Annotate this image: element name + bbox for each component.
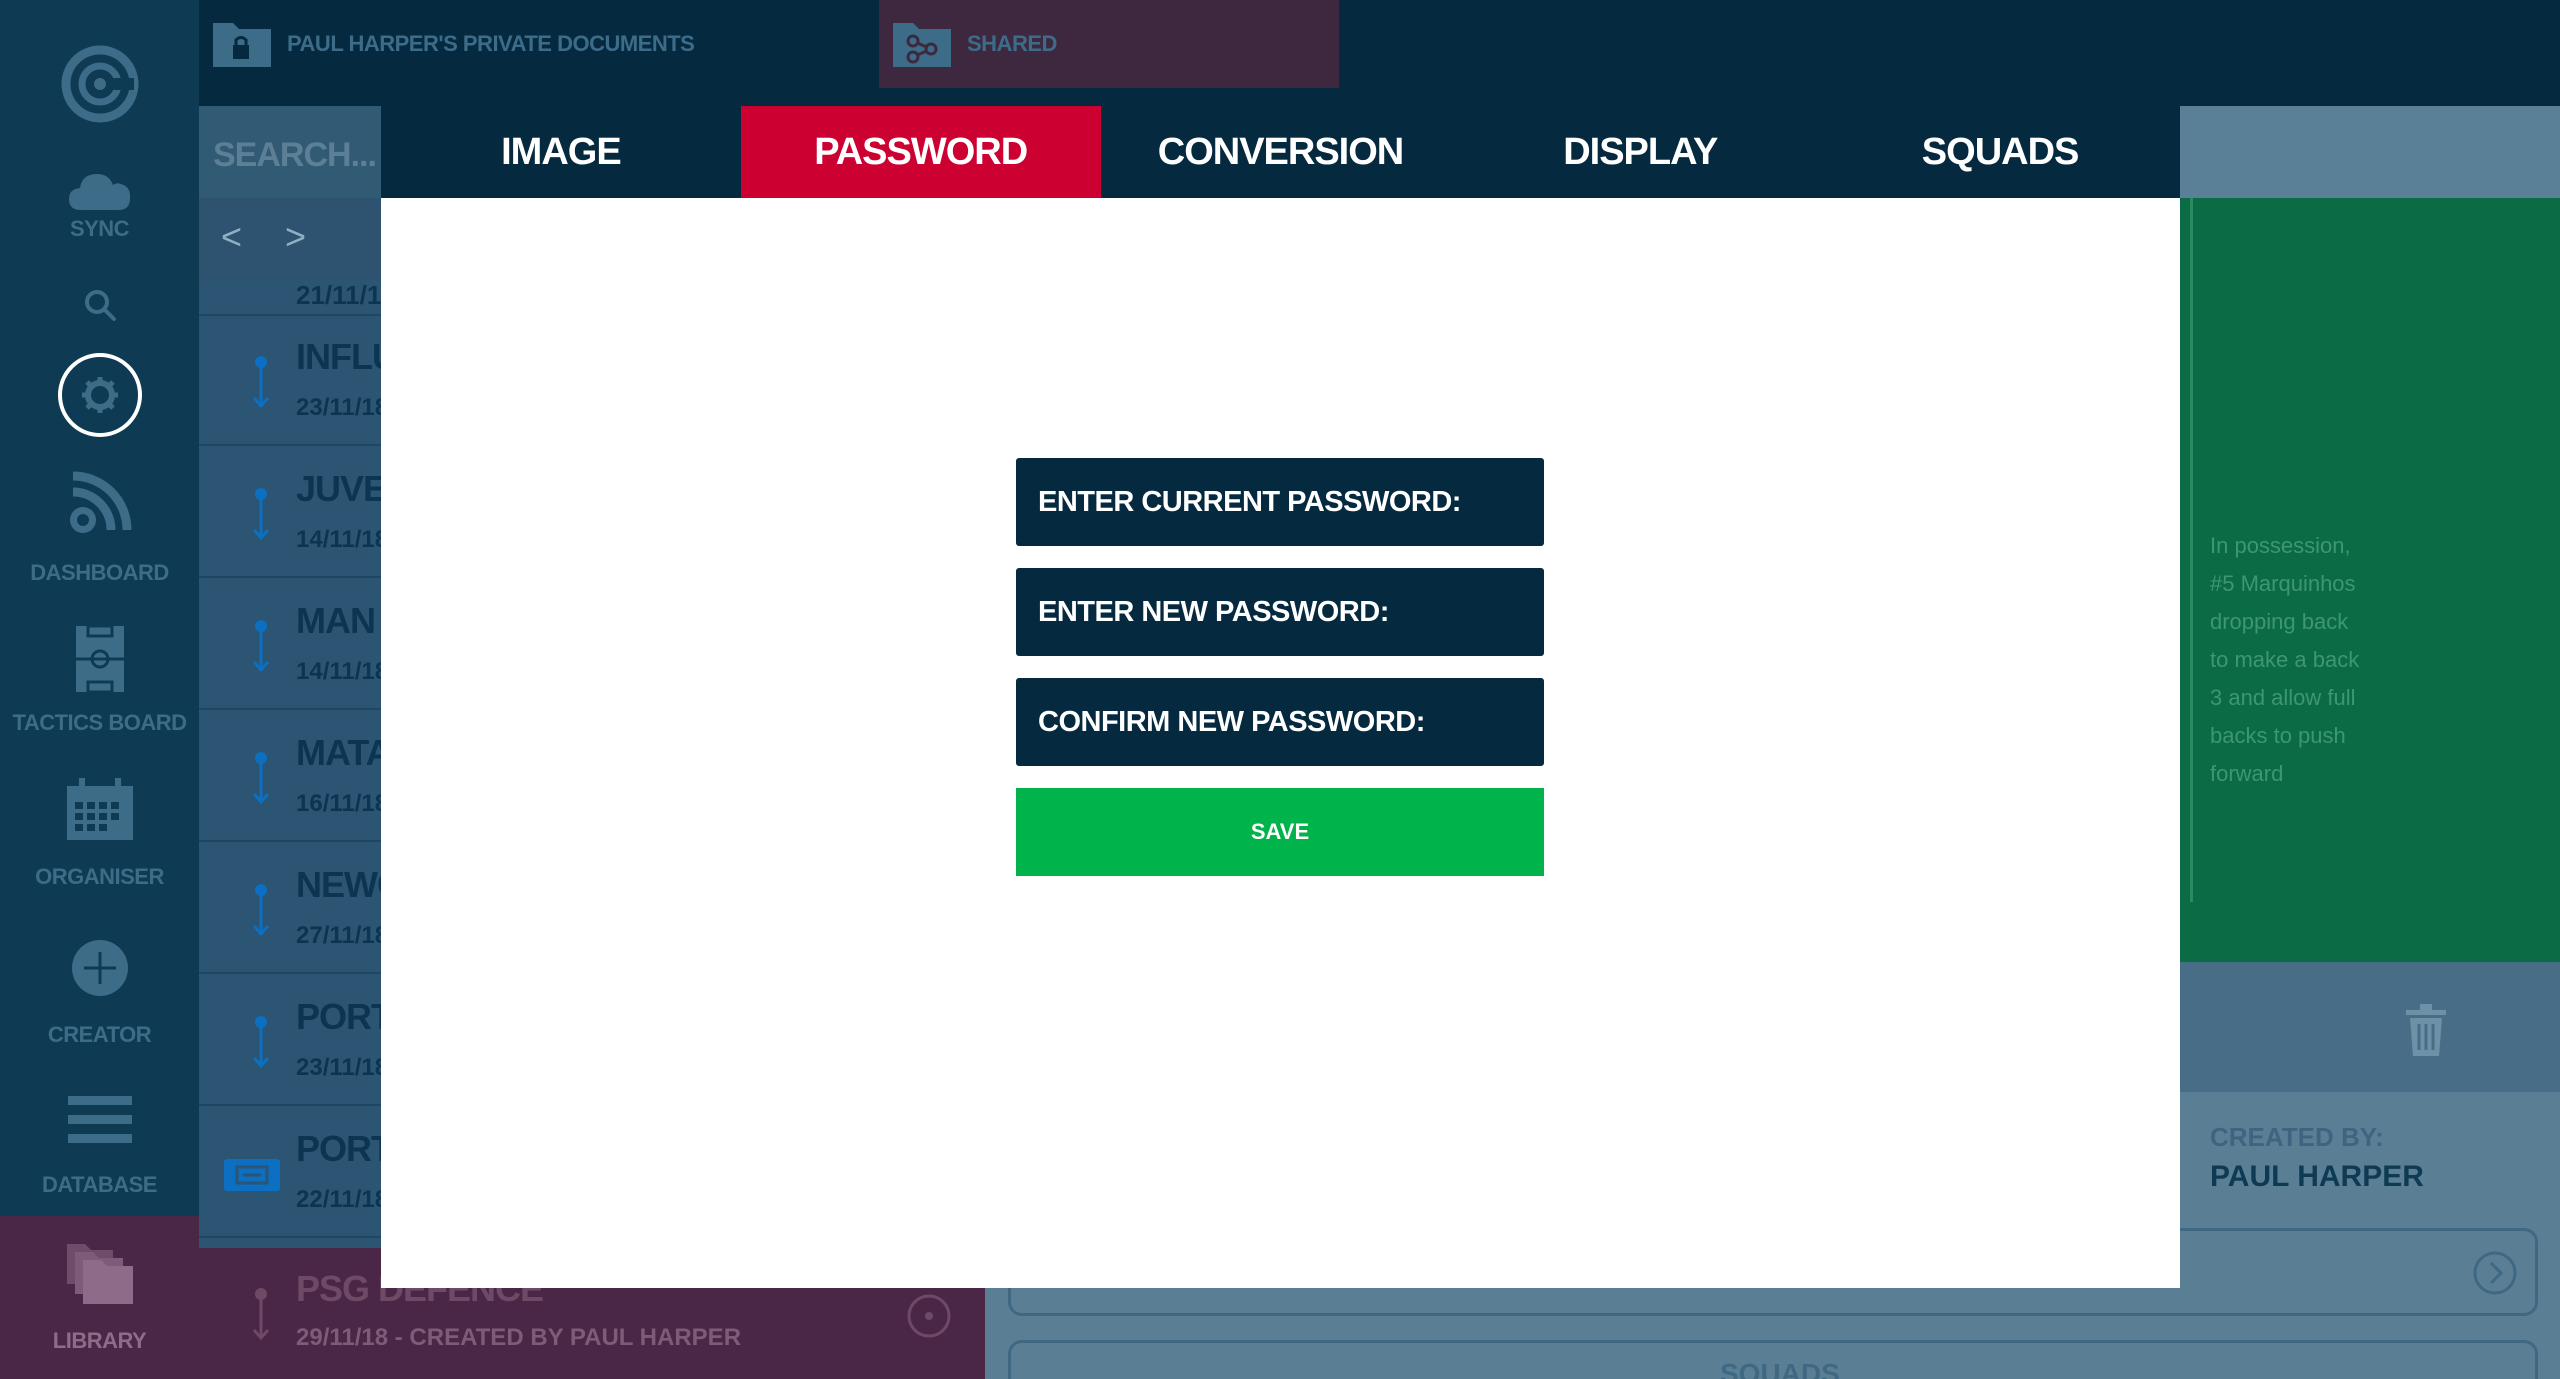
tab-conversion[interactable]: CONVERSION [1101, 106, 1461, 198]
pin-icon [252, 488, 270, 541]
tab-image[interactable]: IMAGE [381, 106, 741, 198]
selected-item-subtitle: 29/11/18 - CREATED BY PAUL HARPER [296, 1324, 742, 1351]
sidebar-item-organiser[interactable]: ORGANISER [0, 778, 199, 890]
list-item-date: 16/11/18 [296, 790, 389, 817]
confirm-password-label: CONFIRM NEW PASSWORD: [1038, 705, 1425, 738]
list-item-date: 23/11/18 [296, 394, 389, 421]
settings-tabs: IMAGE PASSWORD CONVERSION DISPLAY SQUADS [381, 106, 2180, 198]
library-search-input[interactable]: SEARCH... [199, 106, 381, 198]
sidebar-item-library[interactable]: LIBRARY [0, 1216, 199, 1379]
created-by-label: CREATED BY: [2210, 1122, 2384, 1152]
private-documents-label: PAUL HARPER'S PRIVATE DOCUMENTS [287, 31, 695, 56]
squads-row-label: SQUADS [1720, 1358, 1840, 1379]
list-pager: < > [199, 198, 381, 280]
menu-lines-icon [67, 1096, 132, 1143]
shared-label: SHARED [967, 31, 1057, 56]
pin-icon [252, 356, 270, 409]
new-password-label: ENTER NEW PASSWORD: [1038, 595, 1389, 628]
tab-shared[interactable]: SHARED [879, 0, 1339, 88]
sidebar-item-creator[interactable]: CREATOR [0, 938, 199, 1048]
library-list: INFLU 23/11/18 JUVE F 14/11/18 MAN U 14/… [199, 280, 428, 1248]
list-item-date: 22/11/18 [296, 1186, 389, 1213]
tab-display[interactable]: DISPLAY [1460, 106, 1820, 198]
sidebar-label-creator: CREATOR [47, 1022, 152, 1047]
feed-icon [69, 471, 131, 533]
prev-arrow-icon[interactable]: < [221, 216, 242, 258]
sidebar-item-database[interactable]: DATABASE [0, 1094, 199, 1198]
list-item[interactable]: PORTL 22/11/18 [199, 1108, 414, 1238]
document-tabs-bar: PAUL HARPER'S PRIVATE DOCUMENTS SHARED [199, 0, 2560, 88]
pin-icon [252, 884, 270, 937]
next-arrow-icon[interactable]: > [285, 216, 306, 258]
search-nav-button[interactable] [0, 288, 199, 322]
pin-icon [252, 620, 270, 673]
settings-nav-button[interactable] [0, 352, 199, 438]
sidebar-item-tactics-board[interactable]: TACTICS BOARD [0, 624, 199, 736]
list-item[interactable]: INFLU 23/11/18 [199, 316, 398, 446]
sidebar-nav: SYNC DASHBOARD TACTICS BOARD ORGANISER C… [0, 0, 199, 1379]
list-item-partial[interactable]: 21/11/18 [199, 280, 396, 316]
sidebar-label-organiser: ORGANISER [35, 864, 164, 889]
shared-folder-icon [893, 23, 951, 67]
sidebar-item-dashboard[interactable]: DASHBOARD [0, 468, 199, 586]
sidebar-label-sync: SYNC [69, 216, 130, 241]
search-icon [84, 290, 116, 321]
sidebar-label-library: LIBRARY [52, 1328, 147, 1353]
folders-icon [66, 1244, 133, 1304]
cloud-icon [68, 174, 130, 210]
detail-actions [2180, 962, 2560, 1092]
list-item-date: 14/11/18 [296, 526, 389, 553]
logo-icon [61, 45, 138, 123]
search-placeholder: SEARCH... [213, 136, 377, 174]
sidebar-label-tactics-board: TACTICS BOARD [12, 710, 187, 735]
list-item[interactable]: NEWCA 27/11/18 [199, 844, 428, 974]
locked-folder-icon [213, 23, 271, 67]
calendar-icon [66, 778, 133, 840]
pitch-icon [75, 624, 124, 694]
app-logo[interactable] [0, 44, 199, 124]
note-divider [2190, 198, 2193, 902]
detail-header [2180, 106, 2560, 198]
list-item-title: MATA [296, 732, 392, 773]
list-item-date: 14/11/18 [296, 658, 389, 685]
list-item[interactable]: MATA 16/11/18 [199, 712, 392, 842]
created-by-name: PAUL HARPER [2210, 1160, 2424, 1193]
pin-icon [252, 1288, 270, 1341]
current-password-field[interactable]: ENTER CURRENT PASSWORD: [1016, 458, 1544, 546]
list-item[interactable]: JUVE F 14/11/18 [199, 448, 417, 578]
confirm-password-field[interactable]: CONFIRM NEW PASSWORD: [1016, 678, 1544, 766]
list-item-date: 27/11/18 [296, 922, 389, 949]
trash-icon[interactable] [2404, 1004, 2448, 1058]
save-button[interactable]: SAVE [1016, 788, 1544, 876]
list-item[interactable]: PORTL 23/11/18 [199, 976, 414, 1106]
pin-icon [252, 752, 270, 805]
tab-squads[interactable]: SQUADS [1820, 106, 2180, 198]
gear-icon [57, 353, 142, 437]
tab-private-documents[interactable]: PAUL HARPER'S PRIVATE DOCUMENTS [211, 0, 695, 88]
current-password-label: ENTER CURRENT PASSWORD: [1038, 485, 1461, 518]
detail-note: In possession, #5 Marquinhos dropping ba… [2210, 533, 2360, 786]
chevron-right-circle-icon [2473, 1251, 2517, 1295]
sidebar-label-dashboard: DASHBOARD [30, 560, 169, 585]
list-item[interactable]: MAN U 14/11/18 [199, 580, 410, 710]
video-icon [224, 1159, 280, 1191]
plus-circle-icon [71, 940, 128, 996]
list-item-date: 23/11/18 [296, 1054, 389, 1081]
sidebar-label-database: DATABASE [42, 1172, 157, 1197]
new-password-field[interactable]: ENTER NEW PASSWORD: [1016, 568, 1544, 656]
radio-target-icon[interactable] [905, 1292, 953, 1340]
pin-icon [252, 1016, 270, 1069]
tab-password[interactable]: PASSWORD [740, 106, 1101, 198]
sidebar-item-sync[interactable]: SYNC [0, 168, 199, 242]
